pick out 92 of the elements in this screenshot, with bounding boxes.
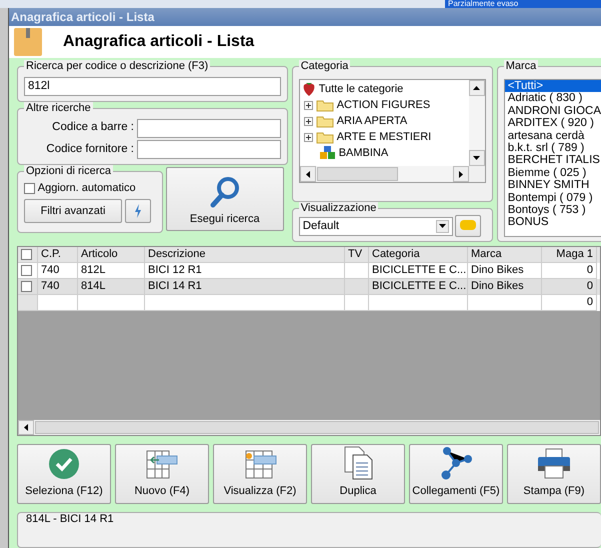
links-button[interactable]: Collegamenti (F5) <box>409 444 503 504</box>
view-button[interactable]: Visualizza (F2) <box>213 444 307 504</box>
group-label: Visualizzazione <box>298 202 378 214</box>
advanced-filters-button[interactable]: Filtri avanzati <box>24 199 122 223</box>
folder-icon <box>316 114 334 128</box>
scrollbar[interactable] <box>18 420 600 435</box>
duplicate-button[interactable]: Duplica <box>311 444 405 504</box>
table-cell <box>345 295 369 311</box>
search-icon <box>210 176 240 208</box>
list-item[interactable]: Biemme ( 025 ) <box>504 166 601 180</box>
list-item[interactable]: b.k.t. srl ( 789 ) <box>504 142 601 154</box>
folder-icon <box>316 130 334 144</box>
table-cell <box>345 279 369 295</box>
group-label: Opzioni di ricerca <box>24 164 113 178</box>
input-field[interactable] <box>136 118 281 138</box>
checkbox-label: Aggiorn. automatico <box>38 180 136 196</box>
up-arrow-icon <box>473 86 480 90</box>
tree-item[interactable]: Tutte le categorie <box>318 80 404 98</box>
search-field[interactable]: 812l <box>24 77 281 96</box>
check-icon <box>48 448 80 480</box>
printer-icon <box>537 448 571 480</box>
field-label: Codice a barre : <box>51 120 134 136</box>
table-cell: 0 <box>542 279 597 295</box>
field-label: Codice fornitore : <box>45 142 134 158</box>
scroll-left-button[interactable] <box>300 166 316 182</box>
table-row[interactable]: 740 812L BICI 12 R1 BICICLETTE E C... Dino Bikes 0 <box>18 263 600 279</box>
list-item[interactable]: BINNEY SMITH <box>504 179 601 192</box>
view-dropdown[interactable]: Default <box>298 216 453 236</box>
strawberry-icon <box>302 82 316 96</box>
row-header-cell <box>18 295 38 311</box>
group-label: Categoria <box>298 60 350 73</box>
list-item[interactable]: ARDITEX ( 920 ) <box>504 117 601 130</box>
search-button[interactable]: Esegui ricerca <box>166 166 284 231</box>
table-cell: 740 <box>38 279 78 295</box>
blocks-icon <box>320 146 336 160</box>
page-heading: Anagrafica articoli - Lista <box>63 32 254 52</box>
tree-item[interactable]: ARIA APERTA <box>336 112 408 130</box>
list-item[interactable]: BONUS <box>504 216 601 229</box>
checkbox[interactable] <box>21 264 32 276</box>
checkbox[interactable] <box>21 280 32 292</box>
tree-item[interactable]: ACTION FIGURES <box>336 96 430 114</box>
scrollbar[interactable] <box>468 80 485 166</box>
list-item[interactable]: artesana cerdà <box>504 130 601 142</box>
window-title: Anagrafica articoli - Lista <box>9 8 601 26</box>
print-button[interactable]: Stampa (F9) <box>507 444 601 504</box>
table-cell: BICI 14 R1 <box>145 279 345 295</box>
layout-button[interactable] <box>455 214 482 236</box>
lightning-button[interactable] <box>124 199 151 223</box>
new-button[interactable]: Nuovo (F4) <box>115 444 209 504</box>
scroll-right-button[interactable] <box>452 166 469 182</box>
select-all-checkbox[interactable] <box>21 248 32 260</box>
scroll-thumb[interactable] <box>35 421 599 434</box>
select-button[interactable]: Seleziona (F12) <box>17 444 111 504</box>
group-label: Ricerca per codice o descrizione (F3) <box>24 60 210 73</box>
scrollbar[interactable] <box>300 166 469 182</box>
left-arrow-icon <box>306 170 310 178</box>
folder-icon <box>316 98 334 112</box>
expand-icon[interactable] <box>304 100 313 110</box>
list-item[interactable]: BERCHET ITALIS <box>504 154 601 167</box>
nodes-icon <box>439 446 473 480</box>
box-icon <box>13 27 43 57</box>
scroll-down-button[interactable] <box>468 150 485 166</box>
tree-item[interactable]: ARTE E MESTIERI <box>336 128 432 146</box>
list-item[interactable]: <Tutti> <box>504 80 601 92</box>
right-arrow-icon <box>458 170 463 178</box>
table-cell: 0 <box>542 295 597 311</box>
lightning-icon <box>134 204 142 218</box>
down-arrow-icon <box>473 156 480 160</box>
table-cell <box>78 295 145 311</box>
scroll-up-button[interactable] <box>468 80 485 96</box>
input-field[interactable] <box>136 140 281 160</box>
table-cell: 814L <box>78 279 145 295</box>
table-cell <box>38 295 78 311</box>
list-item[interactable]: Bontoys ( 753 ) <box>504 204 601 216</box>
list-item[interactable]: Adriatic ( 830 ) <box>504 92 601 105</box>
scroll-left-button[interactable] <box>18 420 34 435</box>
left-arrow-icon <box>24 424 28 431</box>
table-cell: BICICLETTE E C... <box>369 279 468 295</box>
table-cell: Dino Bikes <box>468 279 542 295</box>
status-text: Parzialmente evaso <box>445 0 601 8</box>
group-label: Altre ricerche <box>24 102 93 114</box>
expand-icon[interactable] <box>304 116 313 126</box>
list-item[interactable]: Bontempi ( 079 ) <box>504 192 601 204</box>
scroll-thumb[interactable] <box>316 167 398 181</box>
table-arrow-icon <box>145 448 179 480</box>
scrollbar-corner <box>468 166 485 182</box>
table-row[interactable]: 740 814L BICI 14 R1 BICICLETTE E C... Dino Bikes 0 <box>18 279 600 295</box>
checkbox[interactable] <box>24 182 35 194</box>
documents-icon <box>343 446 373 480</box>
tree-item[interactable]: BAMBINA <box>338 144 388 162</box>
list-item[interactable]: ANDRONI GIOCA <box>504 104 601 118</box>
expand-icon[interactable] <box>304 132 313 142</box>
